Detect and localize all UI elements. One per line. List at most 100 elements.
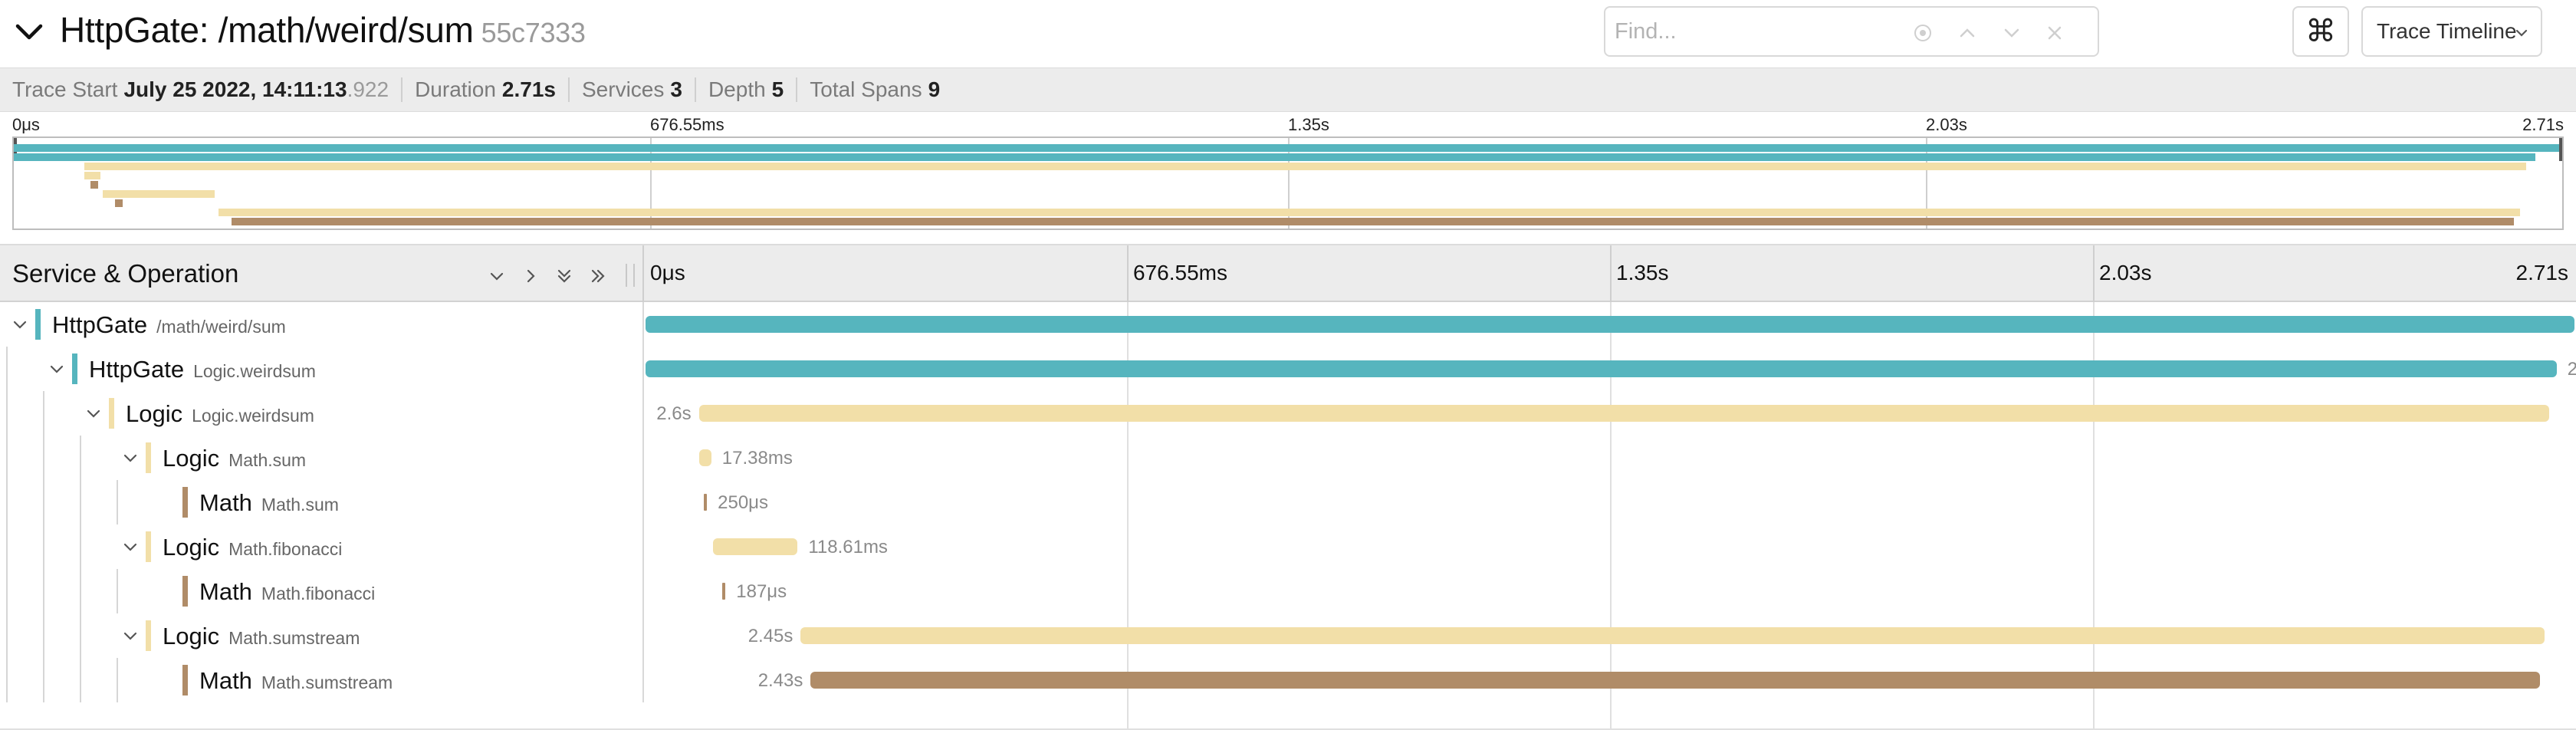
tree-indent-guide <box>43 613 44 658</box>
divider <box>401 77 403 102</box>
collapse-span-chevron-down-icon[interactable] <box>8 312 32 337</box>
tree-indent-guide <box>80 524 81 569</box>
timeline-tick-line <box>2093 245 2095 302</box>
tree-indent-guide <box>80 658 81 702</box>
span-row-name-cell[interactable]: Logic Math.sumstream <box>0 613 644 658</box>
locate-span-icon[interactable] <box>1903 14 1943 52</box>
column-resize-handle[interactable] <box>626 264 635 287</box>
span-bar[interactable] <box>713 538 798 555</box>
tree-indent-guide <box>80 569 81 613</box>
span-row[interactable]: Logic Logic.weirdsum 2.6s <box>0 391 2576 436</box>
minimap-span-bar <box>84 172 101 179</box>
tree-indent-guide <box>80 613 81 658</box>
keyboard-shortcuts-button[interactable]: ⌘ <box>2292 6 2349 57</box>
span-row-name-cell[interactable]: HttpGate/math/weird/sum <box>0 302 644 347</box>
span-row[interactable]: HttpGate Logic.weirdsum 2 <box>0 347 2576 391</box>
span-name[interactable]: HttpGate/math/weird/sum <box>52 311 286 339</box>
trace-start-ms: .922 <box>347 77 389 101</box>
collapse-header-chevron-icon[interactable] <box>8 11 51 54</box>
expand-one-chevron-right-icon[interactable] <box>517 262 544 290</box>
service-color-marker <box>109 398 114 429</box>
collapse-one-chevron-down-icon[interactable] <box>483 262 511 290</box>
span-row-name-cell[interactable]: Math Math.fibonacci <box>0 569 644 613</box>
minimap-span-bar <box>219 209 2520 216</box>
collapse-span-chevron-down-icon[interactable] <box>118 446 143 470</box>
span-row[interactable]: Logic Math.fibonacci 118.61ms <box>0 524 2576 569</box>
span-bar[interactable] <box>698 449 711 466</box>
span-duration-label: 250μs <box>718 492 768 513</box>
minimap-span-bar <box>232 218 2515 225</box>
operation-name: Math.sum <box>228 450 307 470</box>
tree-indent-guide <box>117 569 118 613</box>
span-name[interactable]: Logic Math.sum <box>163 445 306 472</box>
service-name: HttpGate <box>89 356 185 383</box>
trace-summary-bar: Trace Start July 25 2022, 14:11:13.922 D… <box>0 67 2576 112</box>
span-duration-label: 2.6s <box>656 403 692 424</box>
span-row[interactable]: HttpGate/math/weird/sum <box>0 302 2576 347</box>
span-bar[interactable] <box>704 494 708 511</box>
span-row-name-cell[interactable]: Logic Math.fibonacci <box>0 524 644 569</box>
span-name[interactable]: Math Math.sumstream <box>199 667 393 695</box>
span-bar[interactable] <box>722 583 726 600</box>
operation-name: Math.sumstream <box>228 628 360 648</box>
collapse-span-chevron-down-icon[interactable] <box>81 401 106 426</box>
clear-search-close-icon[interactable] <box>2035 14 2075 52</box>
span-bar[interactable] <box>698 405 2550 422</box>
operation-name: Logic.weirdsum <box>193 361 316 381</box>
tree-indent-guide <box>43 569 44 613</box>
duration-label: Duration <box>415 77 496 101</box>
span-row-name-cell[interactable]: Math Math.sum <box>0 480 644 524</box>
tree-indent-guide <box>6 391 8 436</box>
minimap-tick-label: 0μs <box>12 115 40 134</box>
span-name[interactable]: Math Math.fibonacci <box>199 578 375 606</box>
span-row-name-cell[interactable]: Math Math.sumstream <box>0 658 644 702</box>
span-row[interactable]: Math Math.sum 250μs <box>0 480 2576 524</box>
span-name[interactable]: Logic Math.sumstream <box>163 623 360 650</box>
minimap-tick-label: 2.71s <box>2522 115 2564 134</box>
trace-minimap[interactable] <box>12 136 2564 230</box>
collapse-span-chevron-down-icon[interactable] <box>118 623 143 648</box>
command-key-icon: ⌘ <box>2305 15 2336 48</box>
collapse-all-double-chevron-down-icon[interactable] <box>550 262 578 290</box>
operation-name: Math.sumstream <box>261 672 393 692</box>
span-row-name-cell[interactable]: Logic Math.sum <box>0 436 644 480</box>
span-row[interactable]: Logic Math.sum 17.38ms <box>0 436 2576 480</box>
span-name[interactable]: Math Math.sum <box>199 489 339 517</box>
divider <box>568 77 570 102</box>
timeline-tick-line <box>1610 245 1612 302</box>
minimap-span-bar <box>90 181 99 189</box>
span-row-name-cell[interactable]: Logic Logic.weirdsum <box>0 391 644 436</box>
view-selector-dropdown[interactable]: Trace Timeline <box>2361 6 2542 57</box>
span-row[interactable]: Math Math.fibonacci 187μs <box>0 569 2576 613</box>
trace-id: 55c7333 <box>481 17 586 48</box>
tree-indent-guide <box>6 480 8 524</box>
span-row-name-cell[interactable]: HttpGate Logic.weirdsum <box>0 347 644 391</box>
service-name: Logic <box>163 445 220 472</box>
minimap-span-bar <box>14 153 2536 161</box>
minimap-right-handle[interactable] <box>2559 138 2562 161</box>
span-name[interactable]: Logic Math.fibonacci <box>163 534 342 561</box>
tree-indent-guide <box>6 347 8 391</box>
span-name[interactable]: HttpGate Logic.weirdsum <box>89 356 316 383</box>
span-bar[interactable] <box>646 316 2574 333</box>
collapse-span-chevron-down-icon[interactable] <box>44 357 69 381</box>
tree-indent-guide <box>117 480 118 524</box>
span-bar[interactable] <box>646 360 2557 377</box>
trace-start-label: Trace Start <box>12 77 118 101</box>
service-color-marker <box>146 620 151 651</box>
span-row[interactable]: Math Math.sumstream 2.43s <box>0 658 2576 702</box>
span-bar[interactable] <box>800 627 2545 644</box>
prev-result-chevron-up-icon[interactable] <box>1947 14 1987 52</box>
span-name[interactable]: Logic Logic.weirdsum <box>126 400 314 428</box>
tree-indent-guide <box>6 524 8 569</box>
service-name: HttpGate <box>52 311 148 338</box>
collapse-span-chevron-down-icon[interactable] <box>118 534 143 559</box>
span-bar[interactable] <box>810 672 2541 689</box>
span-duration-label: 2.43s <box>757 670 803 691</box>
service-operation-heading: Service & Operation <box>12 259 239 288</box>
expand-all-double-chevron-right-icon[interactable] <box>584 262 612 290</box>
span-row[interactable]: Logic Math.sumstream 2.45s <box>0 613 2576 658</box>
service-color-marker <box>182 487 188 518</box>
services: Services 3 <box>582 77 682 102</box>
next-result-chevron-down-icon[interactable] <box>1992 14 2032 52</box>
